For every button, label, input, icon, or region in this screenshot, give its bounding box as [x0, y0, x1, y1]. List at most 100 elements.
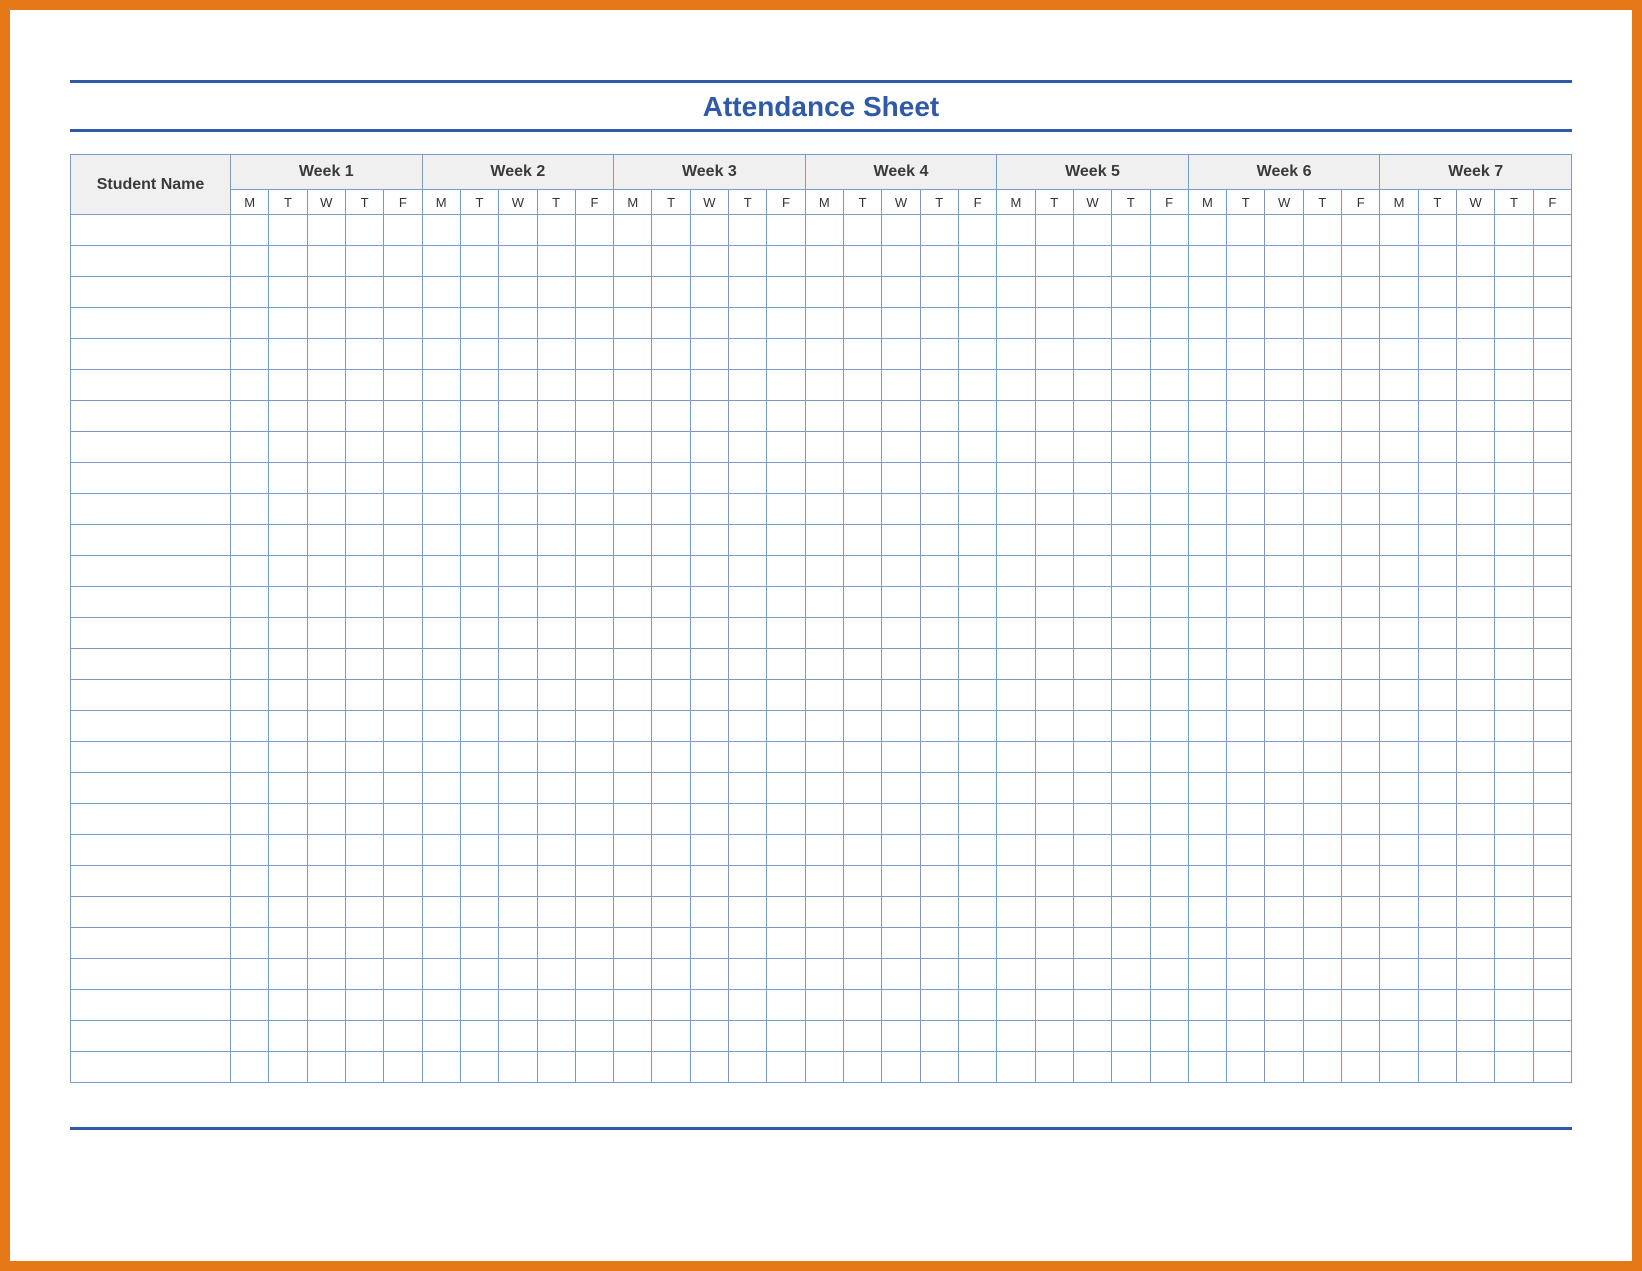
attendance-cell[interactable]: [1265, 804, 1303, 835]
attendance-cell[interactable]: [1150, 835, 1188, 866]
attendance-cell[interactable]: [652, 525, 690, 556]
attendance-cell[interactable]: [614, 835, 652, 866]
attendance-cell[interactable]: [882, 1052, 920, 1083]
attendance-cell[interactable]: [1418, 680, 1456, 711]
attendance-cell[interactable]: [1457, 339, 1495, 370]
attendance-cell[interactable]: [1150, 494, 1188, 525]
attendance-cell[interactable]: [997, 773, 1035, 804]
attendance-cell[interactable]: [307, 618, 345, 649]
attendance-cell[interactable]: [652, 928, 690, 959]
attendance-cell[interactable]: [1035, 959, 1073, 990]
attendance-cell[interactable]: [1035, 804, 1073, 835]
attendance-cell[interactable]: [882, 525, 920, 556]
attendance-cell[interactable]: [1188, 370, 1226, 401]
attendance-cell[interactable]: [614, 215, 652, 246]
attendance-cell[interactable]: [997, 215, 1035, 246]
attendance-cell[interactable]: [1342, 463, 1380, 494]
attendance-cell[interactable]: [269, 463, 307, 494]
attendance-cell[interactable]: [1457, 587, 1495, 618]
attendance-cell[interactable]: [537, 556, 575, 587]
attendance-cell[interactable]: [231, 556, 269, 587]
attendance-cell[interactable]: [729, 649, 767, 680]
student-name-cell[interactable]: [71, 246, 231, 277]
attendance-cell[interactable]: [1035, 463, 1073, 494]
attendance-cell[interactable]: [1418, 742, 1456, 773]
attendance-cell[interactable]: [729, 215, 767, 246]
attendance-cell[interactable]: [614, 339, 652, 370]
attendance-cell[interactable]: [614, 990, 652, 1021]
attendance-cell[interactable]: [844, 897, 882, 928]
attendance-cell[interactable]: [1533, 587, 1571, 618]
attendance-cell[interactable]: [269, 897, 307, 928]
attendance-cell[interactable]: [1150, 1052, 1188, 1083]
attendance-cell[interactable]: [307, 835, 345, 866]
attendance-cell[interactable]: [345, 1021, 383, 1052]
attendance-cell[interactable]: [1457, 897, 1495, 928]
attendance-cell[interactable]: [1533, 463, 1571, 494]
attendance-cell[interactable]: [1112, 246, 1150, 277]
attendance-cell[interactable]: [958, 649, 996, 680]
attendance-cell[interactable]: [767, 835, 805, 866]
attendance-cell[interactable]: [958, 432, 996, 463]
attendance-cell[interactable]: [422, 649, 460, 680]
attendance-cell[interactable]: [729, 773, 767, 804]
attendance-cell[interactable]: [882, 432, 920, 463]
attendance-cell[interactable]: [805, 1021, 843, 1052]
student-name-cell[interactable]: [71, 215, 231, 246]
attendance-cell[interactable]: [920, 308, 958, 339]
attendance-cell[interactable]: [422, 432, 460, 463]
attendance-cell[interactable]: [767, 711, 805, 742]
attendance-cell[interactable]: [384, 587, 422, 618]
attendance-cell[interactable]: [1073, 835, 1111, 866]
attendance-cell[interactable]: [614, 401, 652, 432]
attendance-cell[interactable]: [1303, 494, 1341, 525]
attendance-cell[interactable]: [1265, 711, 1303, 742]
attendance-cell[interactable]: [614, 711, 652, 742]
attendance-cell[interactable]: [844, 370, 882, 401]
attendance-cell[interactable]: [1533, 1021, 1571, 1052]
attendance-cell[interactable]: [1342, 556, 1380, 587]
attendance-cell[interactable]: [537, 835, 575, 866]
attendance-cell[interactable]: [920, 370, 958, 401]
attendance-cell[interactable]: [882, 959, 920, 990]
attendance-cell[interactable]: [1342, 959, 1380, 990]
attendance-cell[interactable]: [1150, 277, 1188, 308]
attendance-cell[interactable]: [1073, 525, 1111, 556]
attendance-cell[interactable]: [1342, 990, 1380, 1021]
attendance-cell[interactable]: [614, 866, 652, 897]
attendance-cell[interactable]: [307, 711, 345, 742]
attendance-cell[interactable]: [307, 215, 345, 246]
attendance-cell[interactable]: [269, 959, 307, 990]
attendance-cell[interactable]: [690, 525, 728, 556]
attendance-cell[interactable]: [499, 215, 537, 246]
attendance-cell[interactable]: [1380, 804, 1418, 835]
student-name-cell[interactable]: [71, 308, 231, 339]
attendance-cell[interactable]: [345, 556, 383, 587]
attendance-cell[interactable]: [422, 401, 460, 432]
attendance-cell[interactable]: [269, 742, 307, 773]
attendance-cell[interactable]: [1418, 339, 1456, 370]
attendance-cell[interactable]: [729, 1021, 767, 1052]
attendance-cell[interactable]: [690, 587, 728, 618]
attendance-cell[interactable]: [1303, 401, 1341, 432]
attendance-cell[interactable]: [844, 401, 882, 432]
attendance-cell[interactable]: [1265, 432, 1303, 463]
attendance-cell[interactable]: [1227, 990, 1265, 1021]
attendance-cell[interactable]: [307, 277, 345, 308]
attendance-cell[interactable]: [269, 866, 307, 897]
attendance-cell[interactable]: [1457, 463, 1495, 494]
attendance-cell[interactable]: [844, 525, 882, 556]
attendance-cell[interactable]: [805, 928, 843, 959]
attendance-cell[interactable]: [1188, 246, 1226, 277]
attendance-cell[interactable]: [958, 246, 996, 277]
attendance-cell[interactable]: [460, 401, 498, 432]
attendance-cell[interactable]: [269, 401, 307, 432]
attendance-cell[interactable]: [269, 556, 307, 587]
attendance-cell[interactable]: [920, 587, 958, 618]
attendance-cell[interactable]: [690, 711, 728, 742]
attendance-cell[interactable]: [767, 804, 805, 835]
attendance-cell[interactable]: [1457, 246, 1495, 277]
attendance-cell[interactable]: [958, 277, 996, 308]
attendance-cell[interactable]: [422, 804, 460, 835]
attendance-cell[interactable]: [499, 1052, 537, 1083]
